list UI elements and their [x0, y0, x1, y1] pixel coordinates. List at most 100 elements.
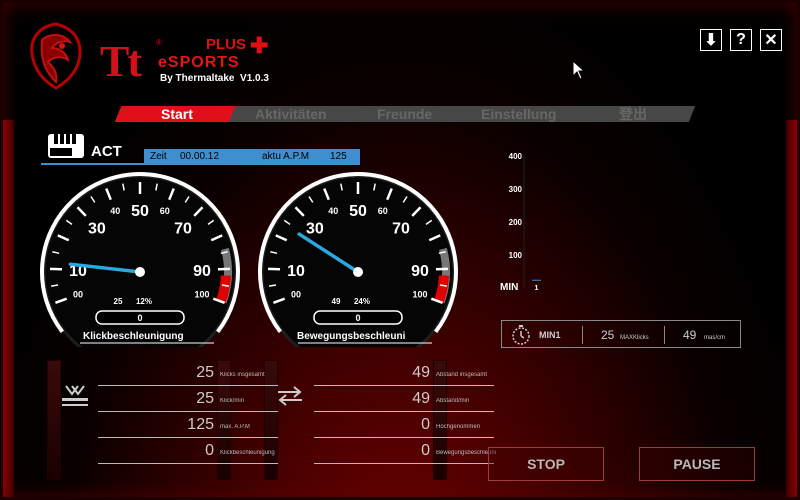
stat-divider: [98, 385, 278, 386]
close-icon: ✕: [764, 32, 778, 49]
gauge-redline-arc: [434, 275, 449, 304]
stat-row: 125 max. A.P.M: [98, 416, 278, 440]
activity-chart: 400 300 200 100 MIN 1: [500, 148, 760, 298]
tab-freunde[interactable]: Freunde: [342, 106, 468, 122]
movement-stats-panel: 49 Abstand insgesamt 49 Abstand/min 0 Hochg…: [314, 364, 496, 474]
gauge-tick-label: 90: [193, 263, 211, 280]
stat-value: 0: [421, 416, 430, 433]
movement-acceleration-gauge: 00 10 30 40 50 60 70 90 100 49 24% 0: [248, 172, 468, 370]
brand-byline: By Thermaltake V1.0.3: [160, 73, 269, 84]
stat-divider: [314, 411, 494, 412]
brand-byline-text: By Thermaltake: [160, 73, 235, 84]
minute-summary-panel: MIN1 25 MAXKlicks 49 mas/cm: [501, 320, 741, 348]
tab-start[interactable]: Start: [114, 106, 240, 122]
stat-divider: [314, 463, 494, 464]
min-panel-value1: 25: [601, 328, 615, 342]
gauge-svg: 00 10 30 40 50 60 70 90 100 49 24% 0: [258, 172, 458, 370]
apm-value: 125: [330, 150, 347, 162]
gauge-left-title: Klickbeschleunigung: [83, 331, 184, 342]
stat-label: Abstand insgesamt: [436, 372, 488, 378]
gauge-tick-label: 70: [392, 220, 410, 237]
gauge-right-title: Bewegungsbeschleuni: [297, 331, 406, 342]
stat-label: max. A.P.M: [220, 424, 250, 430]
gauge-counter-value: 0: [355, 313, 360, 323]
tab-einstellung[interactable]: Einstellung: [456, 106, 582, 122]
gauge-tick-label: 40: [110, 206, 120, 216]
download-button[interactable]: ⬇: [700, 29, 722, 51]
stat-divider: [98, 411, 278, 412]
stat-divider: [314, 385, 494, 386]
stat-value: 125: [187, 416, 214, 433]
gauge-tick-label: 30: [306, 220, 324, 237]
app-window: Tt ® PLUS ✚ eSPORTS By Thermaltake V1.0.…: [0, 0, 800, 500]
tab-aktivitaeten[interactable]: Aktivitäten: [228, 106, 354, 122]
stat-row: 25 Klick/min: [98, 390, 278, 414]
brand-esports: eSPORTS: [158, 54, 240, 71]
stop-label: STOP: [527, 456, 565, 472]
click-stats-panel: 25 Klicks insgesamt 25 Klick/min 125 max. A…: [98, 364, 278, 474]
right-edge-glow: [786, 120, 800, 500]
x-tick-label: 1: [535, 285, 539, 292]
gauge-tick-label: 10: [287, 263, 305, 280]
stat-label: Klick/min: [220, 398, 245, 404]
gauge-tick-label: 50: [131, 203, 149, 220]
close-button[interactable]: ✕: [760, 29, 782, 51]
tab-einstellung-label: Einstellung: [481, 106, 557, 122]
stop-button[interactable]: STOP: [488, 447, 604, 481]
gauge-svg: 00103040 50 60709010025 12%0: [40, 172, 240, 370]
decor-pillar: [47, 360, 61, 480]
chart-bar: [532, 279, 541, 281]
download-icon: ⬇: [704, 32, 718, 49]
stat-row: 0 Klickbeschleunigung: [98, 442, 278, 466]
movement-arrows-icon: [278, 386, 302, 406]
gauge-tick-label: 70: [174, 220, 192, 237]
stat-value: 49: [412, 364, 430, 381]
gauge-readout-b: 12%: [136, 297, 152, 306]
gauge-tick-label: 100: [413, 290, 428, 300]
pause-button[interactable]: PAUSE: [639, 447, 755, 481]
help-button[interactable]: ?: [730, 29, 752, 51]
mouse-cursor-icon: [572, 60, 586, 80]
stat-divider: [314, 437, 494, 438]
tab-aktivitaeten-label: Aktivitäten: [255, 106, 327, 122]
gauge-tick-label: 50: [349, 203, 367, 220]
click-down-arrows-icon: [62, 385, 88, 406]
stat-row: 0 Hochgenommen: [314, 416, 494, 440]
gauge-readout-b: 24%: [354, 297, 370, 306]
stat-label: Klickbeschleunigung: [220, 450, 275, 456]
dragon-logo-icon: [30, 22, 82, 90]
gauge-redline-arc: [216, 275, 231, 304]
stat-row: 49 Abstand/min: [314, 390, 494, 414]
gauge-tick-label: 00: [291, 290, 301, 300]
stat-divider: [98, 463, 278, 464]
stat-row: 0 Bewegungsbeschleunigung: [314, 442, 496, 466]
tab-freunde-label: Freunde: [377, 106, 433, 122]
stat-label: Klicks insgesamt: [220, 372, 265, 378]
stat-label: Abstand/min: [436, 398, 470, 404]
min-panel-name: MIN1: [539, 330, 561, 340]
gauge-hub: [353, 267, 363, 277]
stat-value: 25: [196, 364, 214, 381]
gauge-hub: [135, 267, 145, 277]
stat-value: 0: [205, 442, 214, 459]
brand-plus: PLUS: [206, 36, 247, 53]
gauge-readout-a: 49: [332, 297, 341, 306]
stat-divider: [98, 437, 278, 438]
gauge-tick-label: 100: [195, 290, 210, 300]
stat-value: 0: [421, 442, 430, 459]
zeit-label: Zeit: [150, 150, 167, 162]
gauge-tick-label: 40: [328, 206, 338, 216]
gauge-tick-label: 30: [88, 220, 106, 237]
act-label: ACT: [91, 143, 122, 160]
stat-row: 25 Klicks insgesamt: [98, 364, 278, 388]
tab-logout-label: 登出: [619, 106, 647, 122]
stat-value: 25: [196, 390, 214, 407]
min-panel-divider: [582, 326, 583, 344]
chart-plot: 1: [523, 156, 541, 292]
tab-logout[interactable]: 登出: [570, 106, 696, 122]
stat-value: 49: [412, 390, 430, 407]
help-icon: ?: [736, 31, 746, 48]
gauge-readout-a: 25: [114, 297, 123, 306]
min-panel-label2: mas/cm: [704, 335, 725, 341]
act-status-bar: Zeit 00.00.12 aktu A.P.M 125: [144, 149, 360, 163]
